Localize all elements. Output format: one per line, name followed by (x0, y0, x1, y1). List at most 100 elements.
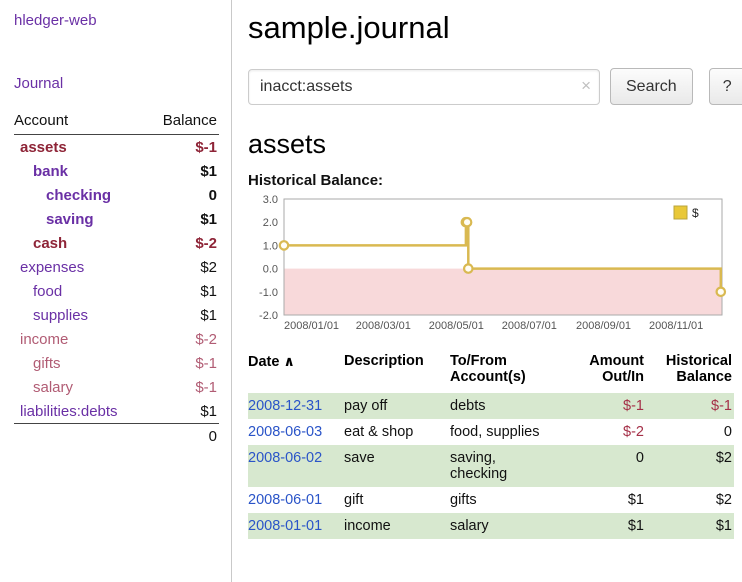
account-balance: $1 (200, 307, 217, 324)
app-window: hledger-web Journal Account Balance asse… (0, 0, 742, 582)
account-row: liabilities:debts $1 (14, 399, 219, 423)
data-point-marker (717, 288, 725, 296)
transaction-date-link[interactable]: 2008-06-01 (248, 492, 322, 508)
transaction-date-link[interactable]: 2008-06-02 (248, 450, 322, 466)
legend-label: $ (692, 206, 699, 220)
account-row: supplies $1 (14, 303, 219, 327)
date-header-label: Date (248, 354, 279, 370)
account-row: saving$1 (14, 207, 219, 231)
sidebar-account-link[interactable]: salary (14, 379, 73, 396)
register-row: 2008-06-03eat & shopfood, supplies$-20 (248, 419, 734, 445)
x-axis-label: 2008/07/01 (502, 320, 557, 332)
accounts-panel: Account Balance assets$-1bank$1checking0… (14, 110, 219, 449)
account-row: salary $-1 (14, 375, 219, 399)
account-balance: $-1 (195, 355, 217, 372)
account-row: food $1 (14, 279, 219, 303)
sidebar: hledger-web Journal Account Balance asse… (0, 0, 232, 582)
accounts-total: 0 (14, 423, 219, 449)
transaction-accounts: gifts (450, 487, 562, 513)
account-heading: assets (248, 129, 742, 160)
account-balance: $1 (200, 283, 217, 300)
data-point-marker (280, 241, 288, 249)
register-row: 2008-06-02 savesaving, checking0$2 (248, 445, 734, 487)
sidebar-account-link[interactable]: income (14, 331, 68, 348)
account-balance: $-1 (195, 139, 217, 156)
main-content: sample.journal × Search ? assets Histori… (232, 0, 742, 582)
accounts-header-row: Account Balance (14, 110, 219, 135)
clear-search-icon[interactable]: × (581, 77, 591, 94)
sidebar-account-link[interactable]: gifts (14, 355, 61, 372)
y-axis-label: -1.0 (259, 287, 278, 299)
transaction-description: pay off (344, 393, 450, 419)
transaction-balance: 0 (646, 419, 734, 445)
sidebar-account-link[interactable]: supplies (14, 307, 88, 324)
transaction-date-link[interactable]: 2008-12-31 (248, 398, 322, 414)
transaction-accounts: debts (450, 393, 562, 419)
y-axis-label: 1.0 (263, 240, 278, 252)
x-axis-label: 2008/11/01 (649, 320, 703, 332)
transaction-date-link[interactable]: 2008-06-03 (248, 424, 322, 440)
legend-swatch (674, 206, 687, 219)
transaction-amount: $-2 (562, 419, 646, 445)
register-body: 2008-12-31pay offdebts$-1$-12008-06-03ea… (248, 393, 734, 539)
transaction-balance: $2 (646, 445, 734, 487)
app-title-link[interactable]: hledger-web (14, 12, 219, 29)
transaction-amount: $-1 (562, 393, 646, 419)
sidebar-account-link[interactable]: liabilities:debts (14, 403, 118, 420)
account-row: gifts $-1 (14, 351, 219, 375)
account-row: assets $-1 (14, 135, 219, 159)
transaction-balance: $2 (646, 487, 734, 513)
data-point-marker (463, 218, 471, 226)
transaction-amount: 0 (562, 445, 646, 487)
search-box: × (248, 69, 600, 105)
column-header-description: Description (344, 350, 450, 393)
transaction-amount: $1 (562, 487, 646, 513)
y-axis-label: -2.0 (259, 310, 278, 322)
column-header-balance: Historical Balance (646, 350, 734, 393)
transaction-accounts: salary (450, 513, 562, 539)
transaction-description: eat & shop (344, 419, 450, 445)
account-balance: 0 (209, 187, 217, 204)
search-bar: × Search ? (248, 68, 742, 105)
register-row: 2008-12-31pay offdebts$-1$-1 (248, 393, 734, 419)
y-axis-label: 2.0 (263, 217, 278, 229)
x-axis-label: 2008/01/01 (284, 320, 339, 332)
sidebar-account-link[interactable]: bank (14, 163, 68, 180)
register-table: Date ∧ Description To/From Account(s) Am… (248, 350, 734, 539)
account-row: cash$-2 (14, 231, 219, 255)
sidebar-account-link[interactable]: cash (14, 235, 67, 252)
page-title: sample.journal (248, 10, 742, 46)
register-header-row: Date ∧ Description To/From Account(s) Am… (248, 350, 734, 393)
column-header-date[interactable]: Date ∧ (248, 350, 344, 393)
transaction-description: income (344, 513, 450, 539)
sort-ascending-icon: ∧ (283, 353, 294, 369)
transaction-description: save (344, 445, 450, 487)
sidebar-account-link[interactable]: saving (14, 211, 94, 228)
account-row: expenses$2 (14, 255, 219, 279)
sidebar-item-journal[interactable]: Journal (14, 75, 219, 92)
sidebar-account-link[interactable]: assets (14, 139, 67, 156)
register-row: 2008-06-01 giftgifts$1$2 (248, 487, 734, 513)
column-header-accounts: To/From Account(s) (450, 350, 562, 393)
transaction-description: gift (344, 487, 450, 513)
chart-title: Historical Balance: (248, 172, 742, 189)
search-button[interactable]: Search (610, 68, 693, 105)
transaction-balance: $-1 (646, 393, 734, 419)
sidebar-account-link[interactable]: expenses (14, 259, 84, 276)
account-balance: $1 (200, 403, 217, 420)
account-balance: $-1 (195, 379, 217, 396)
account-tree: assets$-1bank$1checking0saving$1cash$-2e… (14, 135, 219, 423)
transaction-date-link[interactable]: 2008-01-01 (248, 518, 322, 534)
account-row: bank$1 (14, 159, 219, 183)
accounts-header-balance: Balance (163, 112, 217, 129)
account-balance: $-2 (195, 331, 217, 348)
column-header-amount: Amount Out/In (562, 350, 646, 393)
search-input[interactable] (248, 69, 600, 105)
sidebar-account-link[interactable]: food (14, 283, 62, 300)
transaction-accounts: saving, checking (450, 445, 562, 487)
x-axis-label: 2008/09/01 (576, 320, 631, 332)
accounts-header-account: Account (14, 112, 68, 129)
y-axis-label: 0.0 (263, 264, 278, 276)
sidebar-account-link[interactable]: checking (14, 187, 111, 204)
help-button[interactable]: ? (709, 68, 742, 105)
